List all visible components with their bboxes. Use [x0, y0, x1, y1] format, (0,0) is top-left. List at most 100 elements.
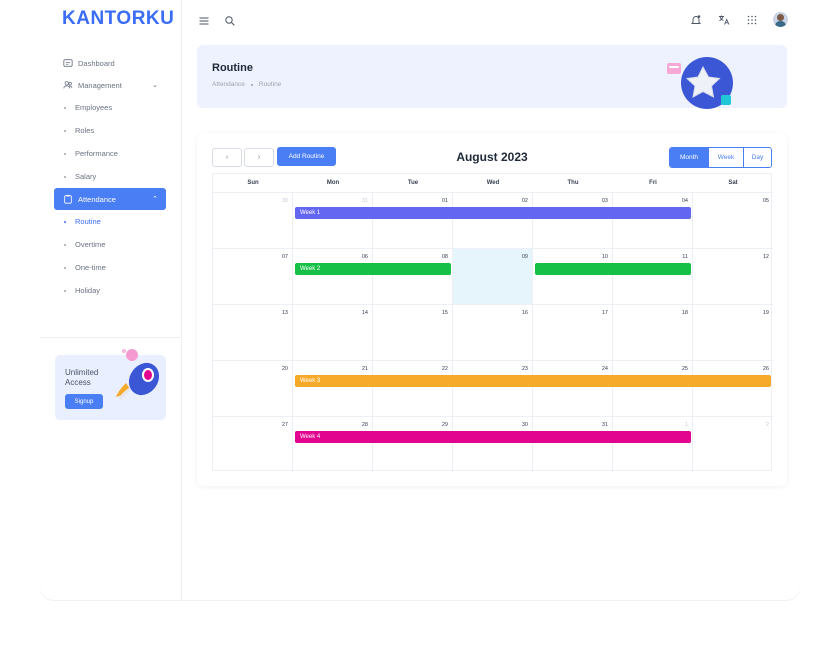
sidebar-item-overtime[interactable]: Overtime	[54, 233, 166, 256]
view-month-button[interactable]: Month	[670, 148, 708, 167]
day-number: 01	[441, 198, 448, 204]
sidebar-item-salary[interactable]: Salary	[54, 165, 166, 188]
day-cell[interactable]: 2	[693, 416, 773, 472]
day-cell[interactable]: 15	[373, 304, 453, 360]
day-number: 02	[521, 198, 528, 204]
day-cell[interactable]: 30	[453, 416, 533, 472]
sidebar-item-routine[interactable]: Routine	[54, 210, 166, 233]
day-number: 22	[441, 366, 448, 372]
translate-icon[interactable]	[717, 13, 731, 27]
bullet-icon	[64, 175, 66, 178]
day-cell[interactable]: 28	[293, 416, 373, 472]
signup-button[interactable]: Signup	[65, 394, 103, 409]
rocket-illustration-icon	[116, 349, 160, 400]
day-cell[interactable]: 05	[693, 192, 773, 248]
day-cell[interactable]: 29	[373, 416, 453, 472]
day-number: 30	[281, 198, 288, 204]
sidebar-item-label: Employees	[75, 103, 113, 112]
breadcrumb-separator-icon	[250, 83, 253, 86]
day-number: 21	[361, 366, 368, 372]
day-number: 19	[762, 310, 769, 316]
day-cell[interactable]: 19	[693, 304, 773, 360]
sidebar-item-employees[interactable]: Employees	[54, 96, 166, 119]
sidebar-item-label: Overtime	[75, 240, 106, 249]
day-cell[interactable]: 25	[613, 360, 693, 416]
calendar-event[interactable]: Week 1	[295, 207, 691, 219]
day-cell[interactable]: 20	[213, 360, 293, 416]
day-number: 08	[441, 254, 448, 260]
day-number: 05	[762, 198, 769, 204]
day-cell[interactable]: 03	[533, 192, 613, 248]
day-number: 04	[681, 198, 688, 204]
day-cell[interactable]: 16	[453, 304, 533, 360]
day-cell[interactable]: 17	[533, 304, 613, 360]
day-number: 28	[361, 422, 368, 428]
sidebar-item-management[interactable]: Management ⌄	[54, 74, 166, 96]
sidebar-item-roles[interactable]: Roles	[54, 119, 166, 142]
chevron-up-icon[interactable]: ⌃	[152, 195, 158, 203]
day-cell[interactable]: 22	[373, 360, 453, 416]
day-number: 15	[441, 310, 448, 316]
sidebar-item-one-time[interactable]: One-time	[54, 256, 166, 279]
page-header-card: Routine Attendance Routine	[197, 45, 787, 109]
calendar-event[interactable]: Week 3	[295, 375, 771, 387]
sidebar-item-label: Performance	[75, 149, 118, 158]
calendar-event[interactable]	[535, 263, 691, 275]
search-icon[interactable]	[223, 14, 237, 28]
day-cell[interactable]: 02	[453, 192, 533, 248]
calendar-event[interactable]: Week 2	[295, 263, 451, 275]
day-cell[interactable]: 18	[613, 304, 693, 360]
day-number: 16	[521, 310, 528, 316]
sidebar-item-dashboard[interactable]: Dashboard	[54, 52, 166, 74]
calendar-event[interactable]: Week 4	[295, 431, 691, 443]
calendar-grid: Sun Mon Tue Wed Thu Fri Sat 30 31 01 02 03 04 05 07 06 0…	[212, 173, 773, 472]
day-cell[interactable]: 04	[613, 192, 693, 248]
day-number: 12	[762, 254, 769, 260]
day-cell[interactable]: 1	[613, 416, 693, 472]
day-cell[interactable]: 11	[613, 248, 693, 304]
day-cell[interactable]: 07	[213, 248, 293, 304]
day-cell[interactable]: 09	[453, 248, 533, 304]
day-cell[interactable]: 24	[533, 360, 613, 416]
day-cell[interactable]: 01	[373, 192, 453, 248]
calendar-toolbar: ‹ › Add Routine August 2023 Month Week D…	[212, 147, 772, 168]
day-cell[interactable]: 27	[213, 416, 293, 472]
sidebar-item-attendance[interactable]: Attendance ⌃	[54, 188, 166, 210]
day-cell[interactable]: 31	[293, 192, 373, 248]
day-cell[interactable]: 06	[293, 248, 373, 304]
sidebar-item-performance[interactable]: Performance	[54, 142, 166, 165]
apps-grid-icon[interactable]	[745, 13, 759, 27]
day-cell[interactable]: 08	[373, 248, 453, 304]
sidebar-item-label: Routine	[75, 217, 101, 226]
sidebar-item-holiday[interactable]: Holiday	[54, 279, 166, 302]
day-number: 27	[281, 422, 288, 428]
sidebar-divider	[40, 337, 181, 338]
topbar-left	[197, 14, 237, 28]
day-number: 18	[681, 310, 688, 316]
brand-logo[interactable]: KANTORKU	[62, 8, 174, 30]
weekday-header: Sat	[728, 180, 738, 186]
day-number: 10	[601, 254, 608, 260]
day-cell[interactable]: 31	[533, 416, 613, 472]
bell-icon[interactable]	[689, 13, 703, 27]
day-cell[interactable]: 30	[213, 192, 293, 248]
day-number: 11	[682, 254, 688, 260]
day-cell[interactable]: 23	[453, 360, 533, 416]
bullet-icon	[64, 266, 66, 269]
view-week-button[interactable]: Week	[708, 148, 743, 167]
breadcrumb-item[interactable]: Attendance	[212, 81, 245, 88]
bullet-icon	[64, 220, 66, 223]
day-cell[interactable]: 13	[213, 304, 293, 360]
sidebar-item-label: Holiday	[75, 286, 101, 295]
view-day-button[interactable]: Day	[743, 148, 771, 167]
day-number: 1	[684, 422, 688, 428]
day-cell[interactable]: 26	[693, 360, 773, 416]
chevron-down-icon[interactable]: ⌄	[152, 81, 158, 89]
day-cell[interactable]: 21	[293, 360, 373, 416]
day-cell[interactable]: 12	[693, 248, 773, 304]
avatar[interactable]	[773, 12, 788, 27]
menu-icon[interactable]	[197, 14, 211, 28]
day-cell[interactable]: 10	[533, 248, 613, 304]
day-cell[interactable]: 14	[293, 304, 373, 360]
weekday-header: Fri	[649, 180, 657, 186]
